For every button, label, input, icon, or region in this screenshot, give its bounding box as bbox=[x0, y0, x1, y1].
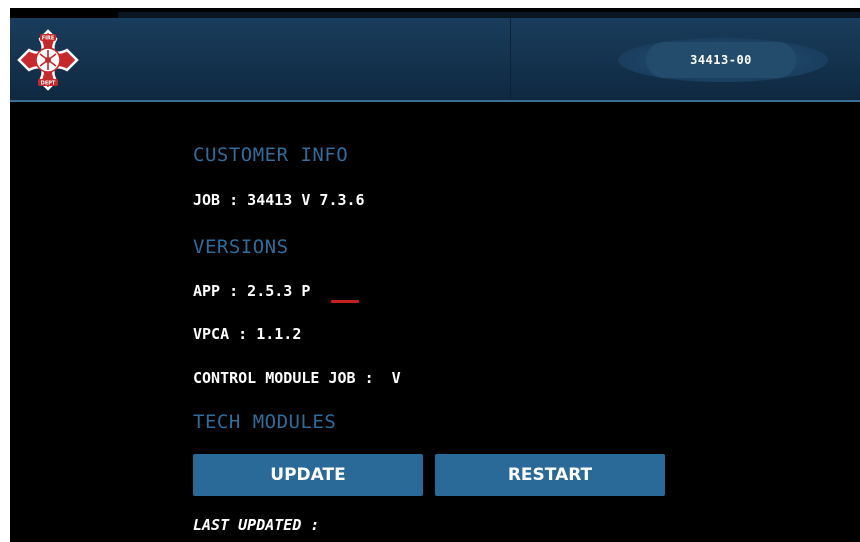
vpca-version-line: VPCA : 1.1.2 bbox=[193, 325, 302, 343]
job-info-line: JOB : 34413 V 7.3.6 bbox=[193, 191, 365, 209]
control-module-job-line: CONTROL MODULE JOB : V bbox=[193, 369, 401, 387]
app-version-line: APP : 2.5.3 P bbox=[193, 282, 311, 300]
app-screen: FIRE DEPT 34413-00 CUSTOMER INFO JOB : 3… bbox=[10, 8, 860, 542]
fire-dept-logo-icon[interactable]: FIRE DEPT bbox=[16, 28, 80, 92]
header-divider bbox=[510, 18, 511, 100]
svg-text:DEPT: DEPT bbox=[41, 81, 56, 87]
svg-text:FIRE: FIRE bbox=[42, 36, 55, 42]
app-header: FIRE DEPT 34413-00 bbox=[10, 18, 860, 102]
restart-button[interactable]: RESTART bbox=[435, 454, 665, 496]
top-edge bbox=[10, 8, 860, 18]
annotation-underline bbox=[331, 300, 359, 303]
tech-modules-heading: TECH MODULES bbox=[193, 411, 337, 433]
customer-info-heading: CUSTOMER INFO bbox=[193, 144, 349, 166]
last-updated-label: LAST UPDATED : bbox=[193, 516, 320, 534]
update-button[interactable]: UPDATE bbox=[193, 454, 423, 496]
versions-heading: VERSIONS bbox=[193, 236, 289, 258]
job-number-badge: 34413-00 bbox=[646, 42, 796, 78]
